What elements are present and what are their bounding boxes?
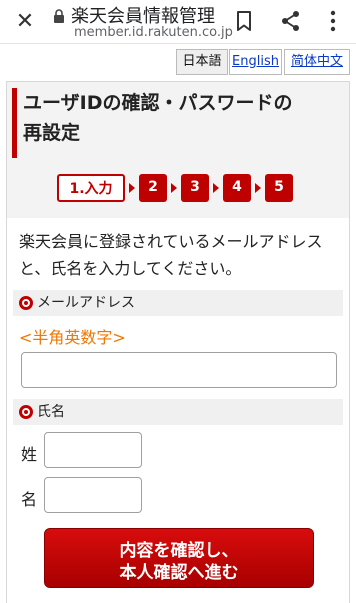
- first-name-label: 名: [21, 490, 38, 509]
- email-field-header: メールアドレス: [13, 290, 343, 316]
- step-arrow-icon: [129, 183, 135, 193]
- last-name-input[interactable]: [44, 432, 142, 468]
- required-marker-icon: [19, 296, 33, 310]
- bookmark-icon[interactable]: [231, 8, 257, 34]
- intro-text: 楽天会員に登録されているメールアドレスと、氏名を入力してください。: [19, 232, 323, 278]
- language-selector: 日本語 English 简体中文: [0, 49, 356, 76]
- step-arrow-icon: [255, 183, 261, 193]
- last-name-label: 姓: [21, 445, 38, 464]
- submit-label-line-2: 本人確認へ進む: [119, 562, 239, 583]
- email-input[interactable]: [21, 352, 337, 388]
- submit-button[interactable]: 内容を確認し、 本人確認へ進む: [44, 528, 314, 588]
- more-vert-icon[interactable]: [320, 8, 346, 34]
- email-label: メールアドレス: [37, 295, 135, 311]
- step-2: 2: [139, 174, 167, 202]
- step-current: 1.入力: [57, 174, 125, 202]
- heading-line-1: ユーザIDの確認・パスワードの: [23, 92, 293, 114]
- page-url[interactable]: member.id.rakuten.co.jp: [74, 25, 234, 40]
- step-4: 4: [223, 174, 251, 202]
- step-arrow-icon: [171, 183, 177, 193]
- submit-label-line-1: 内容を確認し、: [119, 540, 239, 561]
- step-3: 3: [181, 174, 209, 202]
- main-panel: ユーザIDの確認・パスワードの 再設定 1.入力 2 3 4 5 楽天会員に登録…: [6, 81, 350, 603]
- lang-english-link[interactable]: English: [229, 49, 282, 75]
- first-name-input[interactable]: [44, 477, 142, 513]
- step-indicator: 1.入力 2 3 4 5: [57, 174, 307, 202]
- page-heading: ユーザIDの確認・パスワードの 再設定: [12, 88, 346, 158]
- lang-chinese-link[interactable]: 简体中文: [284, 49, 350, 75]
- heading-line-2: 再設定: [23, 122, 81, 144]
- name-label: 氏名: [37, 404, 65, 420]
- step-5: 5: [265, 174, 293, 202]
- required-marker-icon: [19, 405, 33, 419]
- lock-icon: [54, 9, 64, 23]
- browser-toolbar: ✕ 楽天会員情報管理 member.id.rakuten.co.jp: [0, 0, 356, 44]
- form-body: 楽天会員に登録されているメールアドレスと、氏名を入力してください。 メールアドレ…: [7, 218, 349, 603]
- share-icon[interactable]: [278, 8, 304, 34]
- lang-japanese[interactable]: 日本語: [176, 49, 228, 75]
- step-arrow-icon: [213, 183, 219, 193]
- close-icon[interactable]: ✕: [12, 9, 38, 35]
- name-field-header: 氏名: [13, 399, 343, 425]
- email-hint: <半角英数字>: [19, 328, 126, 347]
